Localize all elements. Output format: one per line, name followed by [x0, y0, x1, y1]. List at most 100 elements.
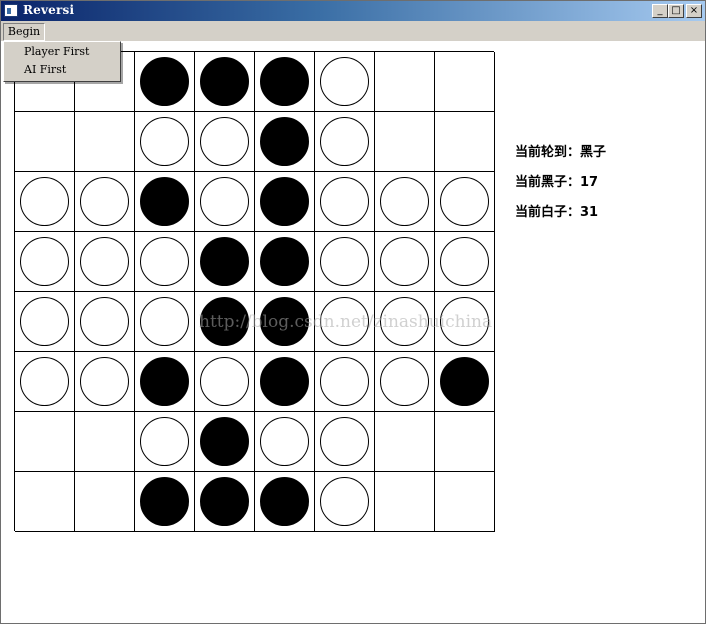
board-cell[interactable] — [375, 52, 435, 112]
board-cell[interactable] — [75, 352, 135, 412]
white-piece — [200, 117, 249, 166]
maximize-button[interactable]: □ — [668, 4, 684, 18]
board-cell[interactable] — [75, 232, 135, 292]
board-cell[interactable] — [135, 172, 195, 232]
board-cell[interactable] — [315, 172, 375, 232]
board-cell[interactable] — [135, 232, 195, 292]
white-piece — [140, 297, 189, 346]
board-cell[interactable] — [315, 352, 375, 412]
begin-dropdown-menu: Player First AI First — [3, 41, 121, 82]
board-cell[interactable] — [15, 172, 75, 232]
board-cell[interactable] — [75, 472, 135, 532]
white-piece — [440, 237, 489, 286]
board-cell[interactable] — [255, 232, 315, 292]
board-cell[interactable] — [375, 292, 435, 352]
board-cell[interactable] — [315, 472, 375, 532]
black-piece — [260, 237, 309, 286]
white-piece — [140, 117, 189, 166]
minimize-button[interactable]: _ — [652, 4, 668, 18]
board-cell[interactable] — [135, 412, 195, 472]
game-board[interactable] — [14, 51, 495, 532]
white-piece — [320, 477, 369, 526]
board-cell[interactable] — [435, 112, 495, 172]
board-cell[interactable] — [315, 112, 375, 172]
board-cell[interactable] — [135, 352, 195, 412]
board-cell[interactable] — [255, 412, 315, 472]
board-cell[interactable] — [75, 112, 135, 172]
board-cell[interactable] — [135, 472, 195, 532]
board-cell[interactable] — [255, 472, 315, 532]
board-cell[interactable] — [135, 112, 195, 172]
board-cell[interactable] — [375, 112, 435, 172]
board-cell[interactable] — [315, 412, 375, 472]
white-piece — [20, 357, 69, 406]
white-piece — [260, 417, 309, 466]
board-cell[interactable] — [135, 292, 195, 352]
board-cell[interactable] — [255, 112, 315, 172]
board-cell[interactable] — [375, 352, 435, 412]
board-cell[interactable] — [195, 112, 255, 172]
black-piece — [260, 297, 309, 346]
board-cell[interactable] — [15, 352, 75, 412]
white-piece — [380, 237, 429, 286]
board-cell[interactable] — [15, 412, 75, 472]
board-cell[interactable] — [435, 292, 495, 352]
board-cell[interactable] — [255, 52, 315, 112]
board-cell[interactable] — [435, 52, 495, 112]
board-cell[interactable] — [435, 352, 495, 412]
white-piece — [380, 177, 429, 226]
board-cell[interactable] — [255, 352, 315, 412]
board-cell[interactable] — [195, 52, 255, 112]
white-piece — [320, 417, 369, 466]
black-piece — [200, 237, 249, 286]
board-cell[interactable] — [195, 412, 255, 472]
white-piece — [140, 237, 189, 286]
menu-item-player-first[interactable]: Player First — [24, 44, 116, 60]
board-cell[interactable] — [255, 292, 315, 352]
board-cell[interactable] — [375, 472, 435, 532]
board-cell[interactable] — [375, 172, 435, 232]
board-cell[interactable] — [255, 172, 315, 232]
board-cell[interactable] — [75, 412, 135, 472]
board-cell[interactable] — [135, 52, 195, 112]
board-cell[interactable] — [195, 472, 255, 532]
board-cell[interactable] — [75, 292, 135, 352]
board-cell[interactable] — [15, 112, 75, 172]
black-piece — [140, 177, 189, 226]
board-cell[interactable] — [15, 472, 75, 532]
title-bar[interactable]: Reversi _ □ × — [1, 1, 705, 21]
board-cell[interactable] — [15, 292, 75, 352]
black-piece — [200, 57, 249, 106]
board-cell[interactable] — [75, 172, 135, 232]
white-piece — [80, 297, 129, 346]
white-piece — [80, 177, 129, 226]
white-piece — [320, 237, 369, 286]
board-cell[interactable] — [435, 472, 495, 532]
board-cell[interactable] — [315, 232, 375, 292]
board-cell[interactable] — [195, 352, 255, 412]
white-piece — [440, 297, 489, 346]
board-cell[interactable] — [195, 172, 255, 232]
app-window: Reversi _ □ × Begin http://blog.csdn.net… — [0, 0, 706, 624]
black-piece — [260, 177, 309, 226]
white-piece — [440, 177, 489, 226]
window-title: Reversi — [23, 3, 75, 17]
black-piece — [200, 297, 249, 346]
board-cell[interactable] — [435, 232, 495, 292]
board-cell[interactable] — [15, 232, 75, 292]
board-cell[interactable] — [435, 412, 495, 472]
board-cell[interactable] — [375, 412, 435, 472]
white-piece — [320, 177, 369, 226]
board-cell[interactable] — [195, 232, 255, 292]
board-cell[interactable] — [375, 232, 435, 292]
menu-begin[interactable]: Begin — [3, 23, 45, 41]
menu-bar — [1, 21, 705, 41]
close-button[interactable]: × — [686, 4, 702, 18]
board-cell[interactable] — [195, 292, 255, 352]
white-piece — [80, 237, 129, 286]
black-piece — [140, 357, 189, 406]
board-cell[interactable] — [435, 172, 495, 232]
menu-item-ai-first[interactable]: AI First — [24, 62, 116, 78]
board-cell[interactable] — [315, 292, 375, 352]
board-cell[interactable] — [315, 52, 375, 112]
